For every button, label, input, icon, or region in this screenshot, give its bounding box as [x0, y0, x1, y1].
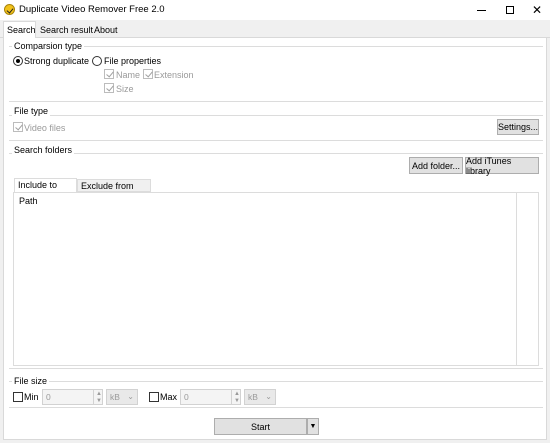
- min-unit-select[interactable]: kB ⌄: [106, 389, 138, 405]
- comparison-type-group: [9, 46, 543, 102]
- tab-exclude-from-scan[interactable]: Exclude from scan: [77, 179, 151, 204]
- path-column-header[interactable]: Path: [19, 196, 38, 206]
- start-options-button[interactable]: ▼: [307, 418, 319, 435]
- max-size-checkbox[interactable]: [149, 392, 159, 402]
- chevron-down-icon: ▼: [309, 423, 317, 430]
- tab-about[interactable]: About: [91, 23, 121, 37]
- maximize-button[interactable]: [495, 0, 525, 20]
- tab-search-result[interactable]: Search result: [37, 23, 96, 37]
- max-size-input[interactable]: 0: [180, 389, 232, 405]
- max-unit-value: kB: [248, 392, 258, 402]
- close-button[interactable]: ✕: [522, 0, 550, 20]
- file-size-label: File size: [12, 376, 50, 386]
- size-label: Size: [116, 84, 134, 94]
- size-checkbox[interactable]: [104, 83, 114, 93]
- min-size-checkbox[interactable]: [13, 392, 23, 402]
- max-size-stepper[interactable]: ▲ ▼: [231, 389, 241, 405]
- file-properties-label[interactable]: File properties: [104, 56, 161, 66]
- folder-list[interactable]: [13, 192, 539, 366]
- strong-duplicate-radio[interactable]: [13, 56, 23, 66]
- video-files-label: Video files: [24, 123, 66, 133]
- min-size-stepper[interactable]: ▲ ▼: [93, 389, 103, 405]
- chevron-down-icon: ⌄: [265, 392, 272, 401]
- file-properties-radio[interactable]: [92, 56, 102, 66]
- file-type-group: [9, 115, 543, 141]
- add-folder-button[interactable]: Add folder...: [409, 157, 463, 174]
- minimize-button[interactable]: [466, 0, 496, 20]
- minimize-icon: [476, 9, 486, 11]
- chevron-down-icon: ⌄: [127, 392, 134, 401]
- search-folders-label: Search folders: [12, 145, 75, 155]
- close-icon: ✕: [531, 3, 543, 17]
- file-type-label: File type: [12, 106, 51, 116]
- name-label: Name: [116, 70, 141, 80]
- window-title: Duplicate Video Remover Free 2.0: [19, 4, 165, 15]
- strong-duplicate-label[interactable]: Strong duplicate: [24, 56, 89, 66]
- add-itunes-library-button[interactable]: Add iTunes library: [465, 156, 539, 176]
- min-unit-value: kB: [110, 392, 120, 402]
- list-scrollbar-divider: [516, 193, 517, 365]
- video-files-checkbox[interactable]: [13, 122, 23, 132]
- extension-label: Extension: [154, 70, 194, 80]
- settings-button[interactable]: Settings...: [497, 119, 539, 135]
- tab-include-to-scan[interactable]: Include to scan: [14, 178, 77, 203]
- tab-search[interactable]: Search: [3, 21, 36, 39]
- maximize-icon: [506, 6, 514, 14]
- comparison-type-label: Comparsion type: [12, 41, 85, 51]
- app-logo-icon: [4, 4, 15, 15]
- extension-checkbox[interactable]: [143, 69, 153, 79]
- max-label: Max: [160, 392, 178, 402]
- min-label: Min: [24, 392, 39, 402]
- min-size-input[interactable]: 0: [42, 389, 94, 405]
- max-unit-select[interactable]: kB ⌄: [244, 389, 276, 405]
- name-checkbox[interactable]: [104, 69, 114, 79]
- start-button[interactable]: Start: [214, 418, 307, 435]
